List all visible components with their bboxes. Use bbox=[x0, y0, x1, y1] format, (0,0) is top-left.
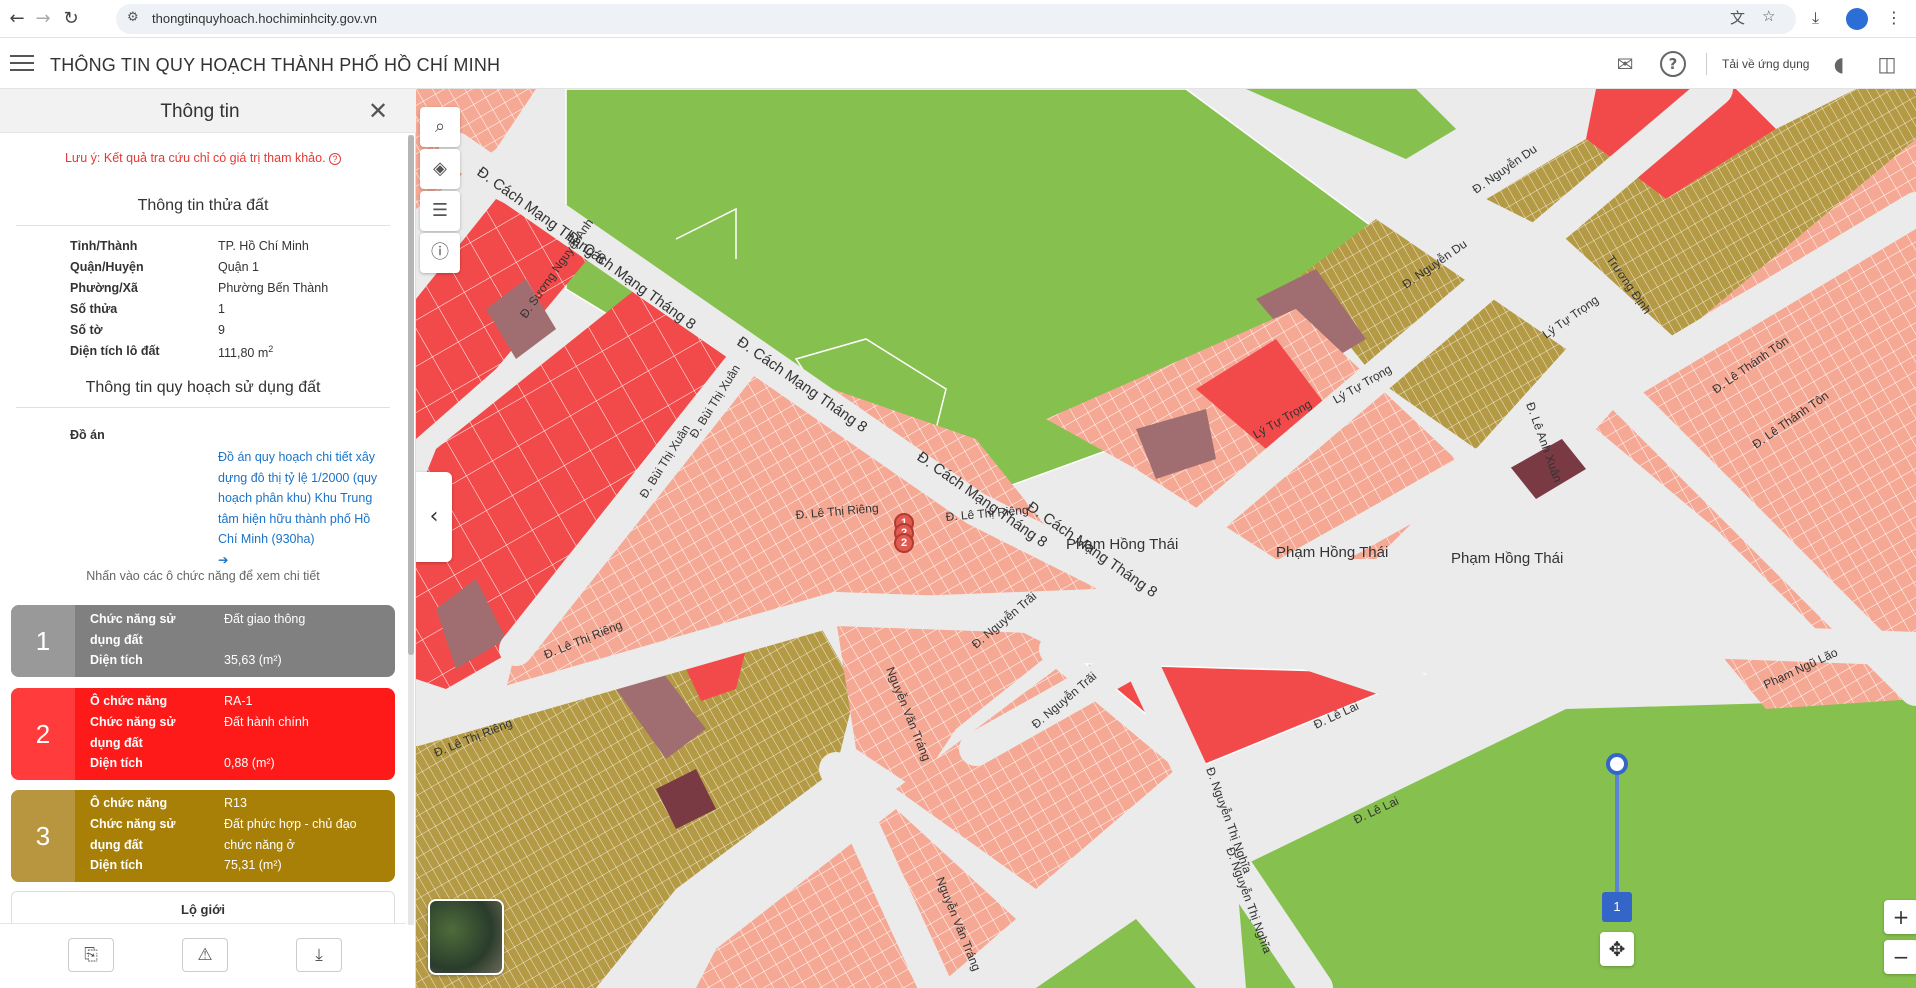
download-icon[interactable]: ⤓ bbox=[296, 938, 342, 972]
info-icon[interactable]: ⓘ bbox=[420, 233, 460, 273]
parcel-key: Quận/Huyện bbox=[70, 260, 144, 274]
zoom-out-button[interactable]: − bbox=[1884, 940, 1916, 974]
parcel-key: Tỉnh/Thành bbox=[70, 239, 138, 253]
satellite-minimap[interactable] bbox=[428, 899, 504, 975]
card-value: 0,88 (m²) bbox=[224, 756, 275, 770]
card-key: Chức năng sử dụng đất bbox=[90, 612, 176, 647]
doan-link[interactable]: Đồ án quy hoạch chi tiết xây dựng đô thị… bbox=[218, 447, 390, 570]
hamburger-menu-icon[interactable] bbox=[10, 55, 34, 73]
function-card[interactable]: 3 Ô chức năng R13 Chức năng sử dụng đất … bbox=[11, 790, 395, 882]
disclaimer-text: Lưu ý: Kết quả tra cứu chỉ có giá trị th… bbox=[64, 151, 326, 165]
android-icon[interactable]: ◫ bbox=[1874, 51, 1900, 77]
card-key: Diện tích bbox=[90, 756, 143, 770]
function-card[interactable]: 2 Ô chức năng RA-1 Chức năng sử dụng đất… bbox=[11, 688, 395, 780]
map-canvas[interactable]: Đ. Cách Mạng Tháng 8Đ. Cách Mạng Tháng 8… bbox=[416, 89, 1916, 988]
street-label: Phạm Hồng Thái bbox=[1066, 536, 1178, 553]
address-bar[interactable]: ⚙ thongtinquyhoach.hochiminhcity.gov.vn bbox=[116, 4, 1796, 34]
panel-header: Thông tin ✕ bbox=[0, 89, 416, 133]
close-icon[interactable]: ✕ bbox=[368, 97, 388, 125]
legend-list-icon[interactable]: ☰ bbox=[420, 191, 460, 231]
download-app-label: Tải về ứng dụng bbox=[1722, 57, 1810, 71]
card-number: 1 bbox=[11, 605, 75, 677]
copy-document-icon[interactable]: ⎘ bbox=[68, 938, 114, 972]
panel-footer: ⎘ ⚠ ⤓ bbox=[0, 923, 406, 988]
card-number: 2 bbox=[11, 688, 75, 780]
lo-gioi-section[interactable]: Lộ giới bbox=[11, 891, 395, 923]
card-value: RA-1 bbox=[224, 694, 253, 708]
parcel-pin[interactable]: 2 bbox=[894, 533, 914, 553]
area-unit-exponent: 2 bbox=[268, 344, 274, 354]
street-label: Phạm Hồng Thái bbox=[1451, 550, 1563, 567]
area-value: 111,80 m bbox=[218, 346, 269, 361]
warning-icon[interactable]: ⚠ bbox=[182, 938, 228, 972]
card-key: Chức năng sử dụng đất bbox=[90, 715, 176, 750]
app-title: THÔNG TIN QUY HOẠCH THÀNH PHỐ HỒ CHÍ MIN… bbox=[50, 55, 501, 75]
doan-text: Đồ án quy hoạch chi tiết xây dựng đô thị… bbox=[218, 450, 378, 546]
parcel-value: Quận 1 bbox=[218, 260, 260, 274]
panel-scrollbar[interactable] bbox=[408, 135, 414, 925]
parcel-value: Phường Bến Thành bbox=[218, 281, 329, 295]
plan-section-title: Thông tin quy hoạch sử dụng đất bbox=[16, 379, 390, 408]
parcel-key: Số thửa bbox=[70, 302, 118, 316]
card-value: 35,63 (m²) bbox=[224, 653, 282, 667]
card-value: Đất hành chính bbox=[224, 715, 309, 729]
card-value: 75,31 (m²) bbox=[224, 858, 282, 872]
mail-icon[interactable]: ✉ bbox=[1612, 51, 1638, 77]
parcel-key: Phường/Xã bbox=[70, 281, 138, 295]
street-label: Phạm Hồng Thái bbox=[1276, 544, 1388, 561]
card-key: Chức năng sử dụng đất bbox=[90, 817, 176, 852]
function-card[interactable]: 1 Chức năng sử dụng đất Đất giao thông D… bbox=[11, 605, 395, 677]
search-icon[interactable]: ⌕ bbox=[420, 107, 460, 147]
reload-icon[interactable]: ↻ bbox=[60, 8, 82, 30]
info-icon[interactable]: ? bbox=[329, 153, 342, 165]
arrow-right-icon: ➔ bbox=[218, 551, 229, 567]
locate-icon[interactable]: ✥ bbox=[1600, 932, 1634, 966]
parcel-key: Số tờ bbox=[70, 323, 103, 337]
card-key: Diện tích bbox=[90, 653, 143, 667]
card-key: Ô chức năng bbox=[90, 796, 168, 810]
scrollbar-thumb[interactable] bbox=[408, 135, 414, 655]
download-icon[interactable]: ⤓ bbox=[1812, 8, 1819, 28]
forward-icon[interactable]: → bbox=[32, 8, 54, 30]
app-header: THÔNG TIN QUY HOẠCH THÀNH PHỐ HỒ CHÍ MIN… bbox=[0, 39, 1916, 89]
bookmark-star-icon[interactable]: ☆ bbox=[1762, 7, 1775, 25]
doan-label: Đồ án bbox=[70, 428, 105, 442]
apple-icon[interactable]: ◖ bbox=[1826, 51, 1852, 77]
browser-toolbar: ← → ↻ ⚙ thongtinquyhoach.hochiminhcity.g… bbox=[0, 0, 1916, 38]
card-value: Đất giao thông bbox=[224, 612, 306, 626]
disclaimer-note: Lưu ý: Kết quả tra cứu chỉ có giá trị th… bbox=[0, 151, 406, 165]
zoom-slider-rail[interactable] bbox=[1615, 764, 1619, 904]
translate-icon[interactable]: 文 bbox=[1730, 7, 1745, 28]
card-value: R13 bbox=[224, 796, 247, 810]
help-icon[interactable]: ? bbox=[1660, 51, 1686, 77]
panel-title: Thông tin bbox=[160, 101, 240, 122]
planning-map[interactable]: Đ. Cách Mạng Tháng 8 Đ. Cách Mạng Tháng 8… bbox=[416, 89, 1916, 988]
parcel-key: Diện tích lô đất bbox=[70, 344, 160, 358]
browser-menu-icon[interactable]: ⋮ bbox=[1886, 8, 1902, 27]
url-text: thongtinquyhoach.hochiminhcity.gov.vn bbox=[152, 11, 377, 26]
card-number: 3 bbox=[11, 790, 75, 882]
layers-icon[interactable]: ◈ bbox=[420, 149, 460, 189]
card-key: Diện tích bbox=[90, 858, 143, 872]
header-divider bbox=[1706, 53, 1707, 75]
card-value: Đất phức hợp - chủ đạo chức năng ở bbox=[224, 817, 357, 852]
profile-avatar[interactable] bbox=[1846, 8, 1868, 30]
zoom-slider-knob[interactable] bbox=[1606, 753, 1628, 775]
zoom-level-badge: 1 bbox=[1602, 892, 1632, 922]
parcel-value: 111,80 m2 bbox=[218, 344, 398, 360]
hint-text: Nhấn vào các ô chức năng để xem chi tiết bbox=[86, 569, 320, 583]
parcel-value: TP. Hồ Chí Minh bbox=[218, 239, 309, 253]
collapse-panel-icon[interactable]: ‹ bbox=[416, 472, 452, 562]
parcel-value: 9 bbox=[218, 323, 225, 337]
site-info-icon[interactable]: ⚙ bbox=[127, 10, 139, 25]
parcel-section-title: Thông tin thửa đất bbox=[16, 197, 390, 226]
back-icon[interactable]: ← bbox=[6, 8, 28, 30]
panel-body: Lưu ý: Kết quả tra cứu chỉ có giá trị th… bbox=[0, 133, 406, 923]
info-panel: Thông tin ✕ Lưu ý: Kết quả tra cứu chỉ c… bbox=[0, 89, 416, 988]
parcel-value: 1 bbox=[218, 302, 225, 316]
zoom-in-button[interactable]: + bbox=[1884, 900, 1916, 934]
card-key: Ô chức năng bbox=[90, 694, 168, 708]
